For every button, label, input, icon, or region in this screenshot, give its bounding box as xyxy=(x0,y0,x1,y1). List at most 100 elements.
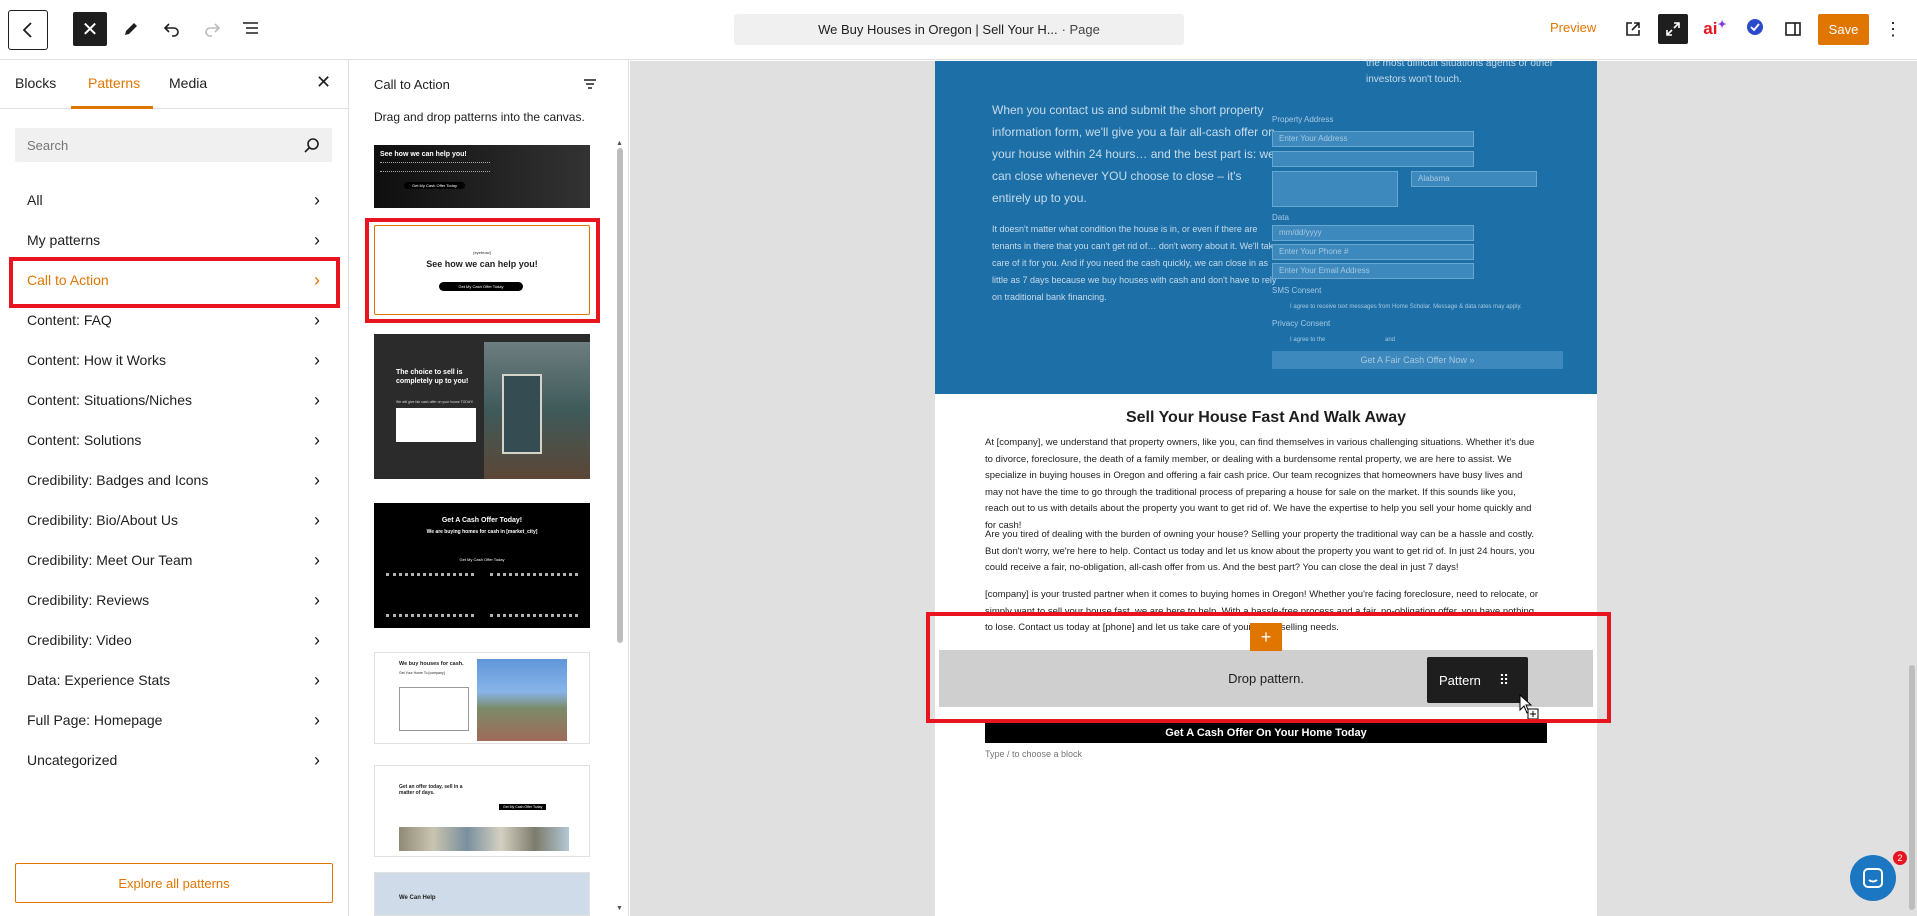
chevron-right-icon: › xyxy=(314,549,320,570)
category-all[interactable]: All › xyxy=(15,182,332,218)
pattern-thumb-1[interactable]: See how we can help you! Get My Cash Off… xyxy=(374,145,590,208)
pattern-thumb-heading: Get A Cash Offer Today! xyxy=(441,517,523,524)
close-icon: ✕ xyxy=(81,18,99,41)
chevron-right-icon: › xyxy=(314,189,320,210)
hero-body-text: It doesn't matter what condition the hou… xyxy=(992,224,1279,302)
document-title: We Buy Houses in Oregon | Sell Your H... xyxy=(818,22,1058,37)
view-page-button[interactable] xyxy=(1620,16,1646,42)
category-full-page-homepage[interactable]: Full Page: Homepage › xyxy=(15,702,332,738)
pattern-thumb-5[interactable]: We buy houses for cash. Get Your Home To… xyxy=(374,652,590,744)
pattern-search-input[interactable] xyxy=(15,128,332,162)
back-button[interactable] xyxy=(8,10,48,50)
pattern-thumb-sub: Get Your Home To [company] xyxy=(399,671,445,675)
chevron-right-icon: › xyxy=(314,349,320,370)
chevron-right-icon: › xyxy=(314,749,320,770)
hero-submit-button[interactable]: Get A Fair Cash Offer Now » xyxy=(1272,351,1563,369)
tab-media[interactable]: Media xyxy=(169,75,207,91)
category-credibility-reviews[interactable]: Credibility: Reviews › xyxy=(15,582,332,618)
scroll-up-icon[interactable]: ▲ xyxy=(616,140,623,147)
undo-icon xyxy=(163,23,179,37)
pattern-panel-scrollbar[interactable] xyxy=(617,148,623,643)
fullscreen-button[interactable] xyxy=(1658,14,1688,44)
city-field[interactable] xyxy=(1272,171,1398,207)
pattern-thumb-7[interactable]: We Can Help xyxy=(374,872,590,916)
category-data-experience[interactable]: Data: Experience Stats › xyxy=(15,662,332,698)
save-button[interactable]: Save xyxy=(1818,14,1869,45)
active-tab-indicator xyxy=(71,106,153,109)
options-button[interactable]: ⋮ xyxy=(1880,16,1906,42)
paragraph-2[interactable]: Are you tired of dealing with the burden… xyxy=(985,527,1540,577)
category-label: Credibility: Bio/About Us xyxy=(27,512,178,528)
ai-assistant-button[interactable]: ai ✦ xyxy=(1700,16,1730,42)
pattern-thumb-sub: We are buying homes for cash in [market_… xyxy=(426,529,538,535)
close-inserter-button[interactable]: ✕ xyxy=(73,12,107,46)
pencil-icon xyxy=(125,23,137,35)
settings-sidebar-button[interactable] xyxy=(1780,16,1806,42)
category-label: Credibility: Badges and Icons xyxy=(27,472,209,488)
chat-launcher-button[interactable] xyxy=(1850,855,1896,901)
category-label: Content: FAQ xyxy=(27,312,112,328)
pattern-thumb-3[interactable]: The choice to sell is completely up to y… xyxy=(374,334,590,479)
filter-icon[interactable] xyxy=(582,76,598,92)
expand-icon xyxy=(1666,22,1680,36)
cta-button[interactable]: Get A Cash Offer On Your Home Today xyxy=(985,723,1547,743)
category-label: All xyxy=(27,192,43,208)
address-line2-field[interactable] xyxy=(1272,151,1474,167)
preview-button[interactable]: Preview xyxy=(1550,20,1596,35)
hero-section: the most difficult situations agents or … xyxy=(935,58,1597,394)
pattern-thumb-heading: See how we can help you! xyxy=(380,151,467,158)
pattern-category-panel: Call to Action Drag and drop patterns in… xyxy=(350,60,629,916)
chevron-right-icon: › xyxy=(314,309,320,330)
hero-lead-text: When you contact us and submit the short… xyxy=(992,103,1275,205)
category-credibility-bio[interactable]: Credibility: Bio/About Us › xyxy=(15,502,332,538)
category-credibility-badges[interactable]: Credibility: Badges and Icons › xyxy=(15,462,332,498)
chevron-left-icon xyxy=(22,22,32,38)
category-content-how-it-works[interactable]: Content: How it Works › xyxy=(15,342,332,378)
category-content-solutions[interactable]: Content: Solutions › xyxy=(15,422,332,458)
category-my-patterns[interactable]: My patterns › xyxy=(15,222,332,258)
state-select[interactable]: Alabama xyxy=(1411,171,1537,187)
chevron-right-icon: › xyxy=(314,429,320,450)
document-overview-button[interactable] xyxy=(238,16,264,42)
category-uncategorized[interactable]: Uncategorized › xyxy=(15,742,332,778)
check-plugin-button[interactable] xyxy=(1744,16,1766,38)
canvas-scrollbar[interactable] xyxy=(1909,665,1915,910)
email-field[interactable]: Enter Your Email Address xyxy=(1272,263,1474,279)
chevron-right-icon: › xyxy=(314,629,320,650)
sms-consent-label: SMS Consent xyxy=(1272,286,1322,295)
close-panel-icon[interactable]: ✕ xyxy=(316,72,331,93)
date-field[interactable]: mm/dd/yyyy xyxy=(1272,225,1474,241)
block-placeholder-hint[interactable]: Type / to choose a block xyxy=(985,749,1082,759)
document-title-bar[interactable]: We Buy Houses in Oregon | Sell Your H...… xyxy=(734,14,1184,45)
sidebar-icon xyxy=(1785,22,1801,36)
scroll-down-icon[interactable]: ▼ xyxy=(616,905,623,912)
explore-all-patterns-button[interactable]: Explore all patterns xyxy=(15,863,333,903)
paragraph-1[interactable]: At [company], we understand that propert… xyxy=(985,435,1540,534)
document-type: · Page xyxy=(1061,22,1100,37)
property-address-label: Property Address xyxy=(1272,115,1334,124)
category-credibility-team[interactable]: Credibility: Meet Our Team › xyxy=(15,542,332,578)
category-label: My patterns xyxy=(27,232,101,248)
category-label: Credibility: Meet Our Team xyxy=(27,552,193,568)
pattern-thumb-6[interactable]: Get an offer today, sell in a matter of … xyxy=(374,765,590,857)
category-credibility-video[interactable]: Credibility: Video › xyxy=(15,622,332,658)
pattern-thumb-heading: The choice to sell is completely up to y… xyxy=(396,369,469,385)
chevron-right-icon: › xyxy=(314,669,320,690)
block-inserter-panel: Blocks Patterns Media ✕ All › My patterns… xyxy=(0,60,349,916)
address-field[interactable]: Enter Your Address xyxy=(1272,131,1474,147)
chevron-right-icon: › xyxy=(314,469,320,490)
category-label: Data: Experience Stats xyxy=(27,672,171,688)
redo-button[interactable] xyxy=(199,16,225,42)
redo-icon xyxy=(205,23,221,37)
phone-field[interactable]: Enter Your Phone # xyxy=(1272,244,1474,260)
category-label: Full Page: Homepage xyxy=(27,712,163,728)
tab-patterns[interactable]: Patterns xyxy=(88,75,140,91)
category-content-situations[interactable]: Content: Situations/Niches › xyxy=(15,382,332,418)
tab-blocks[interactable]: Blocks xyxy=(15,75,56,91)
sms-consent-text: I agree to receive text messages from Ho… xyxy=(1290,304,1522,310)
pattern-thumb-button: Get My Cash Offer Today xyxy=(499,804,547,810)
category-label: Credibility: Reviews xyxy=(27,592,150,608)
tools-button[interactable] xyxy=(118,16,144,42)
undo-button[interactable] xyxy=(159,16,185,42)
pattern-thumb-4[interactable]: Get A Cash Offer Today! We are buying ho… xyxy=(374,503,590,628)
